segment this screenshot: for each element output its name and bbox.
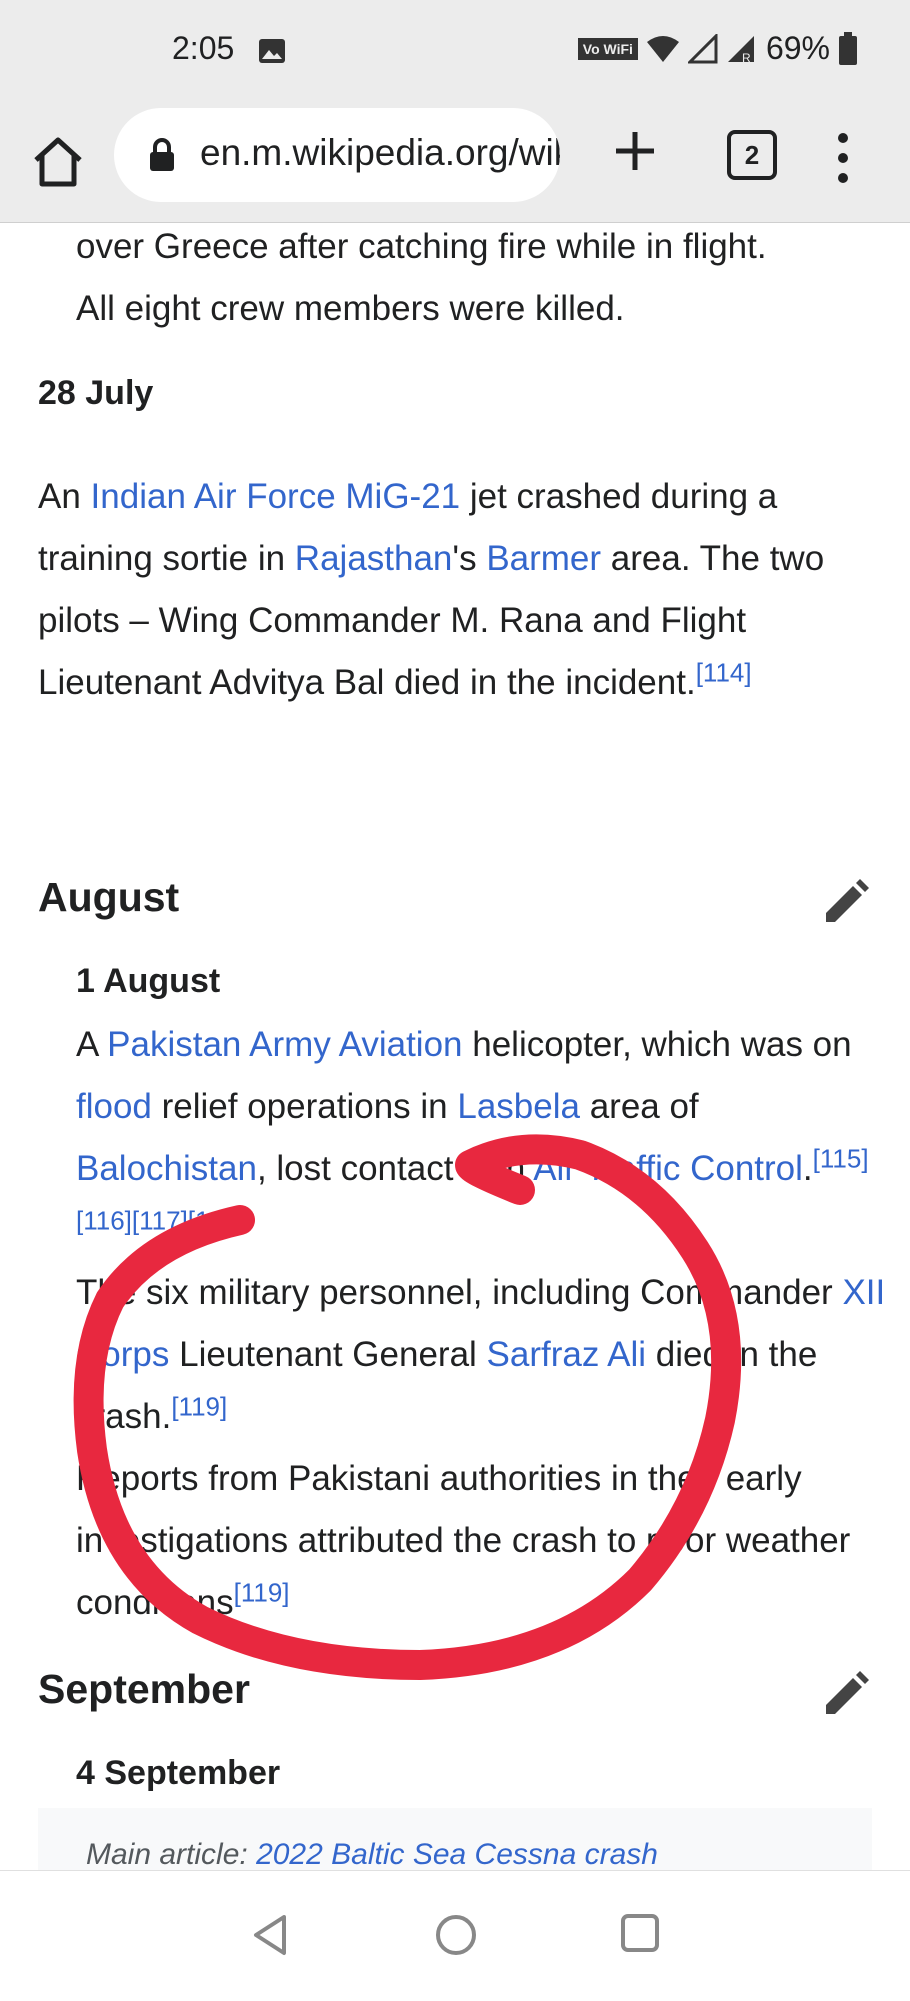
tabs-button[interactable]: 2 [727, 130, 777, 180]
status-time: 2:05 [172, 30, 235, 66]
date-4-september: 4 September [76, 1754, 281, 1792]
heading-september: September [38, 1666, 250, 1712]
volte-wifi-icon: Vo WiFi [577, 37, 638, 60]
link-sarfraz-ali[interactable]: Sarfraz Ali [487, 1335, 647, 1374]
link-baltic-sea-cessna-crash[interactable]: 2022 Baltic Sea Cessna crash [256, 1838, 658, 1870]
main-article-hatnote: Main article: 2022 Baltic Sea Cessna cra… [38, 1808, 872, 1870]
ref-119[interactable]: [119] [171, 1391, 227, 1421]
edit-pencil-icon[interactable] [820, 878, 870, 928]
browser-toolbar: en.m.wikipedia.org/wiki 2 [0, 100, 910, 223]
august-paragraph-3: Reports from Pakistani authorities in th… [76, 1459, 851, 1622]
status-bar: 2:05 Vo WiFi R 69% [0, 0, 910, 100]
date-28-july: 28 July [38, 374, 154, 412]
home-nav-icon[interactable] [434, 1913, 478, 1957]
battery-percent: 69% [765, 30, 830, 66]
svg-text:R: R [742, 51, 751, 64]
plus-icon[interactable] [610, 126, 660, 176]
link-indian-air-force[interactable]: Indian Air Force MiG-21 [91, 477, 461, 516]
url-text: en.m.wikipedia.org/wiki [200, 132, 560, 173]
july28-paragraph: An Indian Air Force MiG-21 jet crashed d… [38, 477, 825, 702]
date-1-august: 1 August [76, 962, 221, 1000]
top-paragraph: over Greece after catching fire while in… [76, 227, 767, 328]
android-nav-bar [0, 1870, 910, 2001]
edit-pencil-icon[interactable] [820, 1670, 870, 1720]
ref-119-b[interactable]: [119] [234, 1577, 290, 1607]
link-rajasthan[interactable]: Rajasthan [295, 539, 453, 578]
battery-icon [839, 31, 857, 65]
link-air-traffic-control[interactable]: Air Traffic Control [533, 1149, 803, 1188]
link-balochistan[interactable]: Balochistan [76, 1149, 257, 1188]
august-paragraph-2: The six military personnel, including Co… [76, 1273, 886, 1436]
wifi-icon [646, 35, 679, 62]
roaming-signal-icon: R [727, 35, 754, 64]
link-flood[interactable]: flood [76, 1087, 152, 1126]
status-right: Vo WiFi R 69% [577, 30, 858, 67]
back-icon[interactable] [250, 1913, 290, 1957]
image-icon [259, 39, 285, 63]
august-paragraph-1: A Pakistan Army Aviation helicopter, whi… [76, 1025, 869, 1236]
signal-icon [687, 33, 718, 63]
link-lasbela[interactable]: Lasbela [457, 1087, 580, 1126]
url-bar[interactable]: en.m.wikipedia.org/wiki [114, 108, 560, 202]
lock-icon [150, 138, 174, 171]
recents-icon[interactable] [620, 1913, 660, 1953]
article-content: over Greece after catching fire while in… [0, 222, 910, 1870]
heading-august: August [38, 874, 180, 920]
ref-114[interactable]: [114] [696, 657, 752, 687]
home-icon[interactable] [28, 132, 88, 192]
menu-icon[interactable] [828, 128, 858, 188]
link-pakistan-army-aviation[interactable]: Pakistan Army Aviation [107, 1025, 462, 1064]
link-barmer[interactable]: Barmer [486, 539, 601, 578]
